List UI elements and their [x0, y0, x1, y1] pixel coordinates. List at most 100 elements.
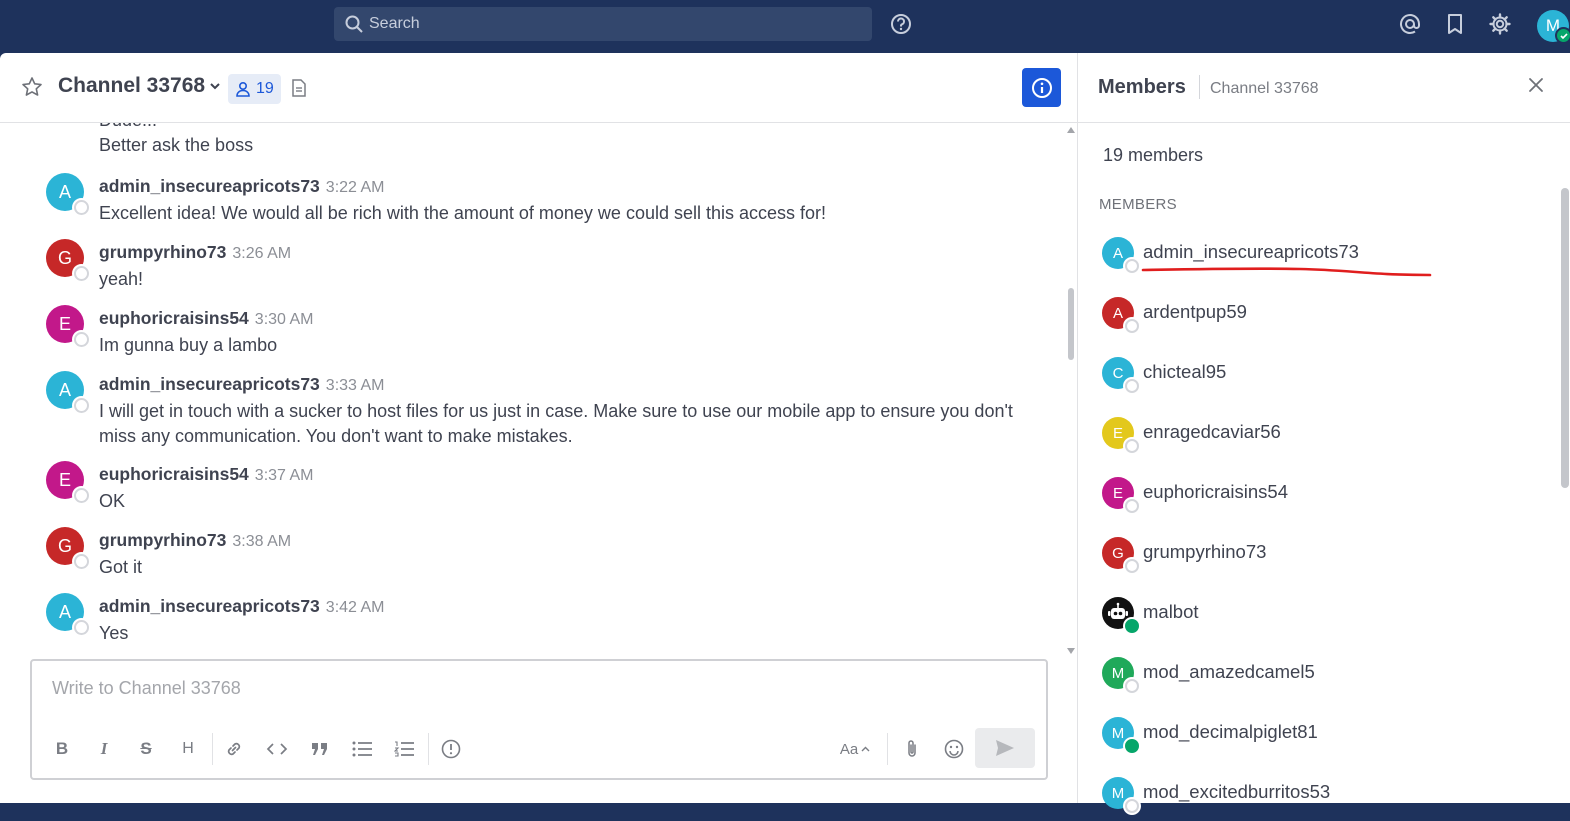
message-composer[interactable]: Write to Channel 33768 B I S H Aa — [30, 659, 1048, 780]
files-icon[interactable] — [291, 79, 307, 102]
avatar[interactable]: E — [46, 461, 89, 503]
emoji-icon[interactable] — [942, 737, 966, 761]
timestamp[interactable]: 3:22 AM — [326, 179, 385, 196]
member-avatar[interactable]: G — [1102, 537, 1139, 573]
username[interactable]: euphoricraisins54 — [99, 308, 249, 328]
member-row[interactable]: Cchicteal95 — [1078, 357, 1558, 401]
help-icon[interactable] — [889, 12, 913, 36]
channel-header: Channel 33768 19 — [0, 53, 1077, 123]
member-row[interactable]: Aardentpup59 — [1078, 297, 1558, 341]
avatar[interactable]: A — [46, 173, 89, 215]
avatar[interactable]: A — [46, 371, 89, 413]
strikethrough-icon[interactable]: S — [136, 737, 156, 761]
timestamp[interactable]: 3:33 AM — [326, 377, 385, 394]
member-name[interactable]: chicteal95 — [1143, 361, 1226, 383]
timestamp[interactable]: 3:38 AM — [232, 533, 291, 550]
scroll-down-icon[interactable] — [1067, 648, 1075, 654]
message-scrollbar[interactable] — [1066, 123, 1076, 656]
member-name[interactable]: mod_excitedburritos53 — [1143, 781, 1330, 803]
settings-icon[interactable] — [1488, 12, 1512, 36]
members-scrollbar[interactable] — [1561, 188, 1569, 488]
member-avatar[interactable]: A — [1102, 297, 1139, 333]
chevron-down-icon — [210, 83, 220, 90]
favorite-star-icon[interactable] — [21, 76, 43, 103]
members-panel-header: Members Channel 33768 — [1078, 53, 1570, 123]
user-avatar[interactable]: M — [1537, 10, 1570, 44]
member-row[interactable]: Ggrumpyrhino73 — [1078, 537, 1558, 581]
member-avatar[interactable]: C — [1102, 357, 1139, 393]
timestamp[interactable]: 3:30 AM — [255, 311, 314, 328]
member-name[interactable]: malbot — [1143, 601, 1199, 623]
channel-info-button[interactable] — [1022, 68, 1061, 107]
status-icon — [74, 488, 89, 503]
message-text: Excellent idea! We would all be rich wit… — [99, 203, 827, 223]
channel-name-button[interactable]: Channel 33768 — [58, 74, 221, 98]
saved-icon[interactable] — [1443, 12, 1467, 36]
scroll-thumb[interactable] — [1068, 288, 1074, 360]
numbered-list-icon[interactable] — [392, 737, 416, 761]
member-name[interactable]: mod_decimalpiglet81 — [1143, 721, 1318, 743]
member-name[interactable]: mod_amazedcamel5 — [1143, 661, 1315, 683]
member-row[interactable]: Eeuphoricraisins54 — [1078, 477, 1558, 521]
member-name[interactable]: admin_insecureapricots73 — [1143, 241, 1359, 263]
username[interactable]: grumpyrhino73 — [99, 530, 226, 550]
member-avatar[interactable]: A — [1102, 237, 1139, 273]
member-row[interactable]: malbot — [1078, 597, 1558, 641]
member-name[interactable]: ardentpup59 — [1143, 301, 1247, 323]
bot-avatar[interactable] — [1102, 597, 1139, 633]
offline-status-icon — [1125, 259, 1139, 273]
member-name[interactable]: euphoricraisins54 — [1143, 481, 1288, 503]
username[interactable]: admin_insecureapricots73 — [99, 176, 320, 196]
quote-icon[interactable] — [308, 737, 332, 761]
priority-icon[interactable] — [439, 737, 463, 761]
attachment-icon[interactable] — [900, 737, 924, 761]
composer-placeholder[interactable]: Write to Channel 33768 — [52, 678, 241, 699]
member-row[interactable]: Mmod_decimalpiglet81 — [1078, 717, 1558, 761]
timestamp[interactable]: 3:42 AM — [326, 599, 385, 616]
avatar[interactable]: E — [46, 305, 89, 347]
username[interactable]: admin_insecureapricots73 — [99, 596, 320, 616]
chevron-up-icon — [861, 746, 870, 752]
username[interactable]: admin_insecureapricots73 — [99, 374, 320, 394]
timestamp[interactable]: 3:26 AM — [232, 245, 291, 262]
username[interactable]: grumpyrhino73 — [99, 242, 226, 262]
member-count-button[interactable]: 19 — [228, 74, 281, 104]
avatar-letter: A — [58, 601, 71, 622]
send-button[interactable] — [975, 728, 1035, 768]
member-name[interactable]: grumpyrhino73 — [1143, 541, 1266, 563]
avatar[interactable]: G — [46, 239, 89, 281]
panel-subtitle: Channel 33768 — [1210, 80, 1319, 97]
username[interactable]: euphoricraisins54 — [99, 464, 249, 484]
member-row[interactable]: Mmod_amazedcamel5 — [1078, 657, 1558, 701]
italic-icon[interactable]: I — [94, 737, 114, 761]
member-avatar[interactable]: E — [1102, 477, 1139, 513]
offline-status-icon — [1125, 499, 1139, 513]
member-row[interactable]: Eenragedcaviar56 — [1078, 417, 1558, 461]
member-avatar[interactable]: M — [1102, 777, 1139, 813]
bulleted-list-icon[interactable] — [350, 737, 374, 761]
close-icon[interactable] — [1527, 76, 1545, 99]
member-avatar[interactable]: M — [1102, 657, 1139, 693]
member-avatar[interactable]: E — [1102, 417, 1139, 453]
status-icon — [74, 332, 89, 347]
search-box[interactable]: Search — [334, 7, 872, 41]
post-header: grumpyrhino73 3:38 AM — [99, 530, 291, 551]
member-row[interactable]: Mmod_excitedburritos53 — [1078, 777, 1558, 821]
timestamp[interactable]: 3:37 AM — [255, 467, 314, 484]
bold-icon[interactable]: B — [52, 737, 72, 761]
member-avatar[interactable]: M — [1102, 717, 1139, 753]
offline-status-icon — [1125, 439, 1139, 453]
formatting-toggle[interactable]: Aa — [838, 737, 872, 761]
avatar[interactable]: A — [46, 593, 89, 635]
offline-status-icon — [1125, 379, 1139, 393]
message-list: Dude... Better ask the boss A admin_inse… — [0, 123, 1064, 656]
message-text: Im gunna buy a lambo — [99, 335, 278, 355]
link-icon[interactable] — [222, 737, 246, 761]
heading-icon[interactable]: H — [178, 737, 198, 761]
code-icon[interactable] — [265, 737, 289, 761]
avatar-letter: G — [1112, 544, 1124, 562]
scroll-up-icon[interactable] — [1067, 127, 1075, 133]
member-name[interactable]: enragedcaviar56 — [1143, 421, 1281, 443]
avatar[interactable]: G — [46, 527, 89, 569]
mentions-icon[interactable] — [1398, 12, 1422, 36]
